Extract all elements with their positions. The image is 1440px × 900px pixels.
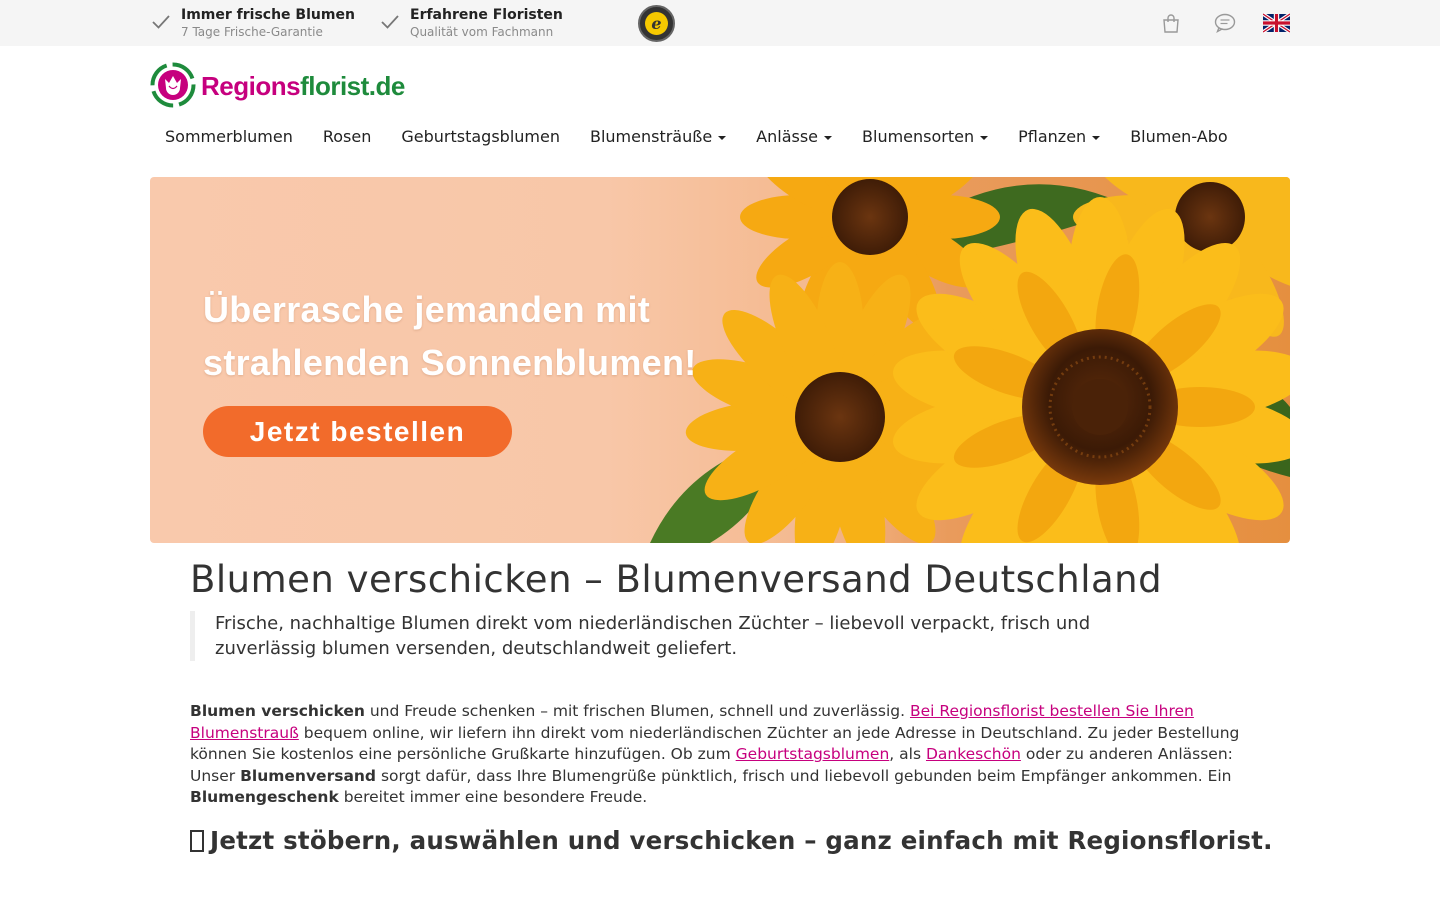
paragraph-text: sorgt dafür, dass Ihre Blumengrüße pünkt…: [376, 766, 1232, 785]
bold-text: Blumengeschenk: [190, 788, 339, 806]
tulip-logo-icon: [150, 62, 196, 108]
nav-item-geburtstagsblumen[interactable]: Geburtstagsblumen: [386, 124, 575, 150]
nav-item-label: Anlässe: [756, 127, 819, 146]
nav-item-blumenstraeusse[interactable]: Blumensträuße: [575, 124, 741, 150]
banner-headline: Überrasche jemanden mit strahlenden Sonn…: [203, 283, 697, 389]
trusted-shops-badge[interactable]: e: [638, 5, 675, 42]
nav-item-label: Pflanzen: [1018, 127, 1087, 146]
logo-text-florist: florist.de: [300, 70, 405, 101]
caret-down-icon: [718, 136, 727, 140]
paragraph-text: bereitet immer eine besondere Freude.: [338, 788, 648, 806]
site-logo[interactable]: Regionsflorist.de: [150, 62, 405, 108]
usp-title: Immer frische Blumen: [181, 7, 355, 23]
paragraph-text: , als: [889, 745, 926, 763]
intro-paragraph: Blumen verschicken und Freude schenken –…: [190, 701, 1260, 809]
nav-item-anlaesse[interactable]: Anlässe: [741, 124, 847, 150]
uk-flag-icon[interactable]: [1263, 13, 1290, 33]
banner-headline-line1: Überrasche jemanden mit: [203, 289, 651, 330]
usp-subtitle: Qualität vom Fachmann: [410, 25, 554, 39]
check-icon: [152, 15, 170, 29]
shopping-bag-icon[interactable]: [1161, 13, 1181, 33]
page-title: Blumen verschicken – Blumenversand Deuts…: [190, 558, 1163, 601]
bold-text: Blumen verschicken: [190, 702, 365, 720]
usp-title: Erfahrene Floristen: [410, 7, 563, 23]
paragraph-text: und Freude schenken – mit frischen Blume…: [364, 702, 910, 720]
top-bar: Immer frische Blumen 7 Tage Frische-Gara…: [0, 0, 1440, 46]
nav-item-blumen-abo[interactable]: Blumen-Abo: [1115, 124, 1242, 150]
caret-down-icon: [1092, 136, 1101, 140]
chat-icon[interactable]: [1214, 13, 1236, 33]
banner-headline-line2: strahlenden Sonnenblumen!: [203, 342, 697, 383]
nav-item-pflanzen[interactable]: Pflanzen: [1003, 124, 1115, 150]
intro-quote: Frische, nachhaltige Blumen direkt vom n…: [190, 611, 1190, 661]
nav-item-label: Blumen-Abo: [1130, 127, 1228, 146]
cta-heading: Jetzt stöbern, auswählen und verschicken…: [190, 826, 1273, 855]
nav-item-label: Blumensträuße: [589, 127, 713, 146]
logo-wordmark: Regionsflorist.de: [201, 71, 405, 102]
order-now-button[interactable]: Jetzt bestellen: [203, 406, 512, 457]
check-icon: [381, 15, 399, 29]
thank-you-link[interactable]: Dankeschön: [926, 745, 1021, 763]
usp-fresh-flowers: Immer frische Blumen 7 Tage Frische-Gara…: [151, 6, 355, 40]
missing-glyph-icon: [190, 830, 204, 852]
caret-down-icon: [980, 136, 989, 140]
logo-text-regions: Regions: [201, 70, 301, 101]
main-navigation: Sommerblumen Rosen Geburtstagsblumen Blu…: [150, 124, 1243, 150]
nav-item-rosen[interactable]: Rosen: [308, 124, 387, 150]
nav-item-label: Blumensorten: [862, 127, 975, 146]
bold-text: Blumenversand: [240, 766, 377, 785]
usp-subtitle: 7 Tage Frische-Garantie: [181, 25, 323, 39]
trusted-shops-e-icon: e: [645, 12, 668, 35]
hero-banner[interactable]: Überrasche jemanden mit strahlenden Sonn…: [150, 177, 1290, 543]
caret-down-icon: [824, 136, 833, 140]
birthday-flowers-link[interactable]: Geburtstagsblumen: [736, 745, 890, 763]
nav-item-label: Sommerblumen: [165, 127, 293, 146]
nav-item-label: Geburtstagsblumen: [401, 127, 560, 146]
nav-item-sommerblumen[interactable]: Sommerblumen: [150, 124, 308, 150]
nav-item-label: Rosen: [322, 127, 372, 146]
cta-heading-text: Jetzt stöbern, auswählen und verschicken…: [210, 826, 1273, 855]
usp-experienced-florists: Erfahrene Floristen Qualität vom Fachman…: [380, 6, 563, 40]
nav-item-blumensorten[interactable]: Blumensorten: [847, 124, 1003, 150]
